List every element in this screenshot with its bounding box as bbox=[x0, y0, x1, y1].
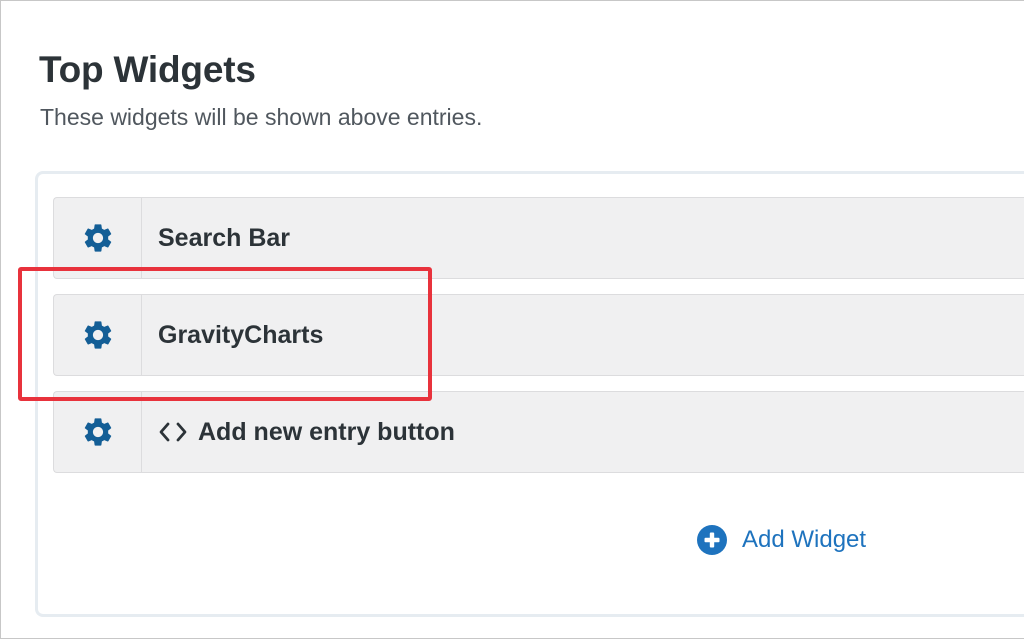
gear-icon bbox=[81, 415, 115, 449]
widget-label: Search Bar bbox=[158, 223, 291, 252]
widget-settings-button[interactable] bbox=[54, 392, 142, 472]
widget-settings-button[interactable] bbox=[54, 295, 142, 375]
widget-row-search-bar[interactable]: Search Bar bbox=[53, 197, 1024, 279]
widget-settings-button[interactable] bbox=[54, 198, 142, 278]
plus-circle-icon bbox=[697, 525, 742, 555]
gear-icon bbox=[81, 318, 115, 352]
section-title: Top Widgets bbox=[39, 49, 256, 90]
widget-label-wrap: Add new entry button bbox=[142, 418, 455, 447]
code-icon bbox=[158, 420, 188, 444]
widget-label: Add new entry button bbox=[198, 417, 455, 446]
widget-row-gravitycharts[interactable]: GravityCharts bbox=[53, 294, 1024, 376]
widgets-panel: Top Widgets These widgets will be shown … bbox=[0, 0, 1024, 639]
widget-label: GravityCharts bbox=[158, 320, 324, 349]
add-widget-label: Add Widget bbox=[742, 526, 867, 553]
add-widget-button[interactable]: Add Widget bbox=[697, 525, 866, 555]
widget-row-add-new-entry-button[interactable]: Add new entry button bbox=[53, 391, 1024, 473]
gear-icon bbox=[81, 221, 115, 255]
section-subtitle: These widgets will be shown above entrie… bbox=[40, 104, 483, 130]
